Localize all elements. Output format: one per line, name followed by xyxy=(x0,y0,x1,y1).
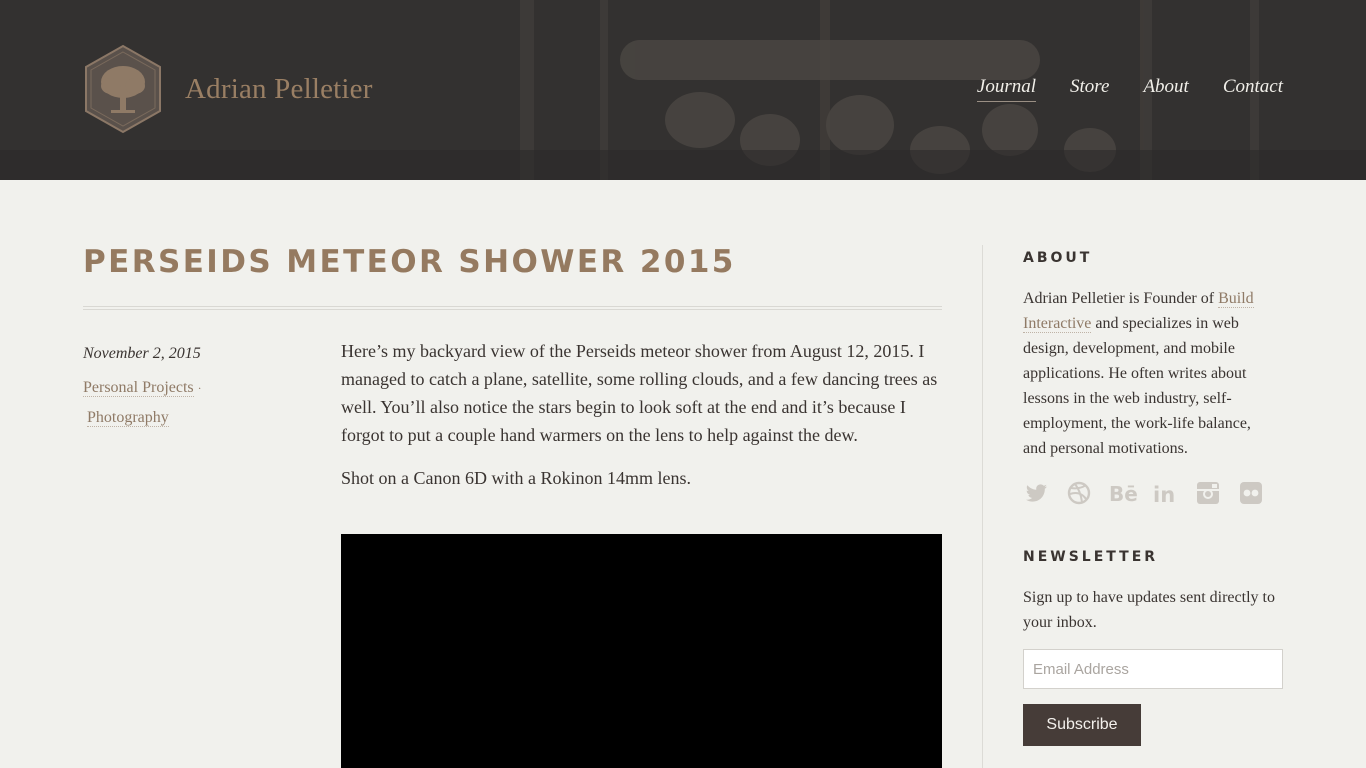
about-text-after: and specializes in web design, developme… xyxy=(1023,315,1251,457)
post-paragraph: Shot on a Canon 6D with a Rokinon 14mm l… xyxy=(341,468,691,488)
post-meta: November 2, 2015 Personal Projects · Phot… xyxy=(83,343,283,433)
site-title: Adrian Pelletier xyxy=(185,72,373,105)
post-paragraph: Here’s my backyard view of the Perseids … xyxy=(341,341,938,445)
svg-text:Bē: Bē xyxy=(1109,482,1138,506)
video-player[interactable] xyxy=(341,534,942,768)
category-photography[interactable]: Photography xyxy=(87,409,169,427)
newsletter-text: Sign up to have updates sent directly to… xyxy=(1023,589,1275,631)
category-personal-projects[interactable]: Personal Projects xyxy=(83,379,194,397)
about-text: Adrian Pelletier is Founder of Build Int… xyxy=(1023,286,1273,461)
newsletter-heading: NEWSLETTER xyxy=(1023,549,1159,565)
instagram-icon[interactable] xyxy=(1195,480,1221,506)
site-header: Adrian Pelletier Journal Store About Con… xyxy=(0,0,1366,180)
post-body: Here’s my backyard view of the Perseids … xyxy=(341,337,942,492)
nav-store[interactable]: Store xyxy=(1070,76,1109,102)
nav-contact[interactable]: Contact xyxy=(1223,76,1283,102)
tree-logo-icon xyxy=(85,44,161,134)
main-content: PERSEIDS METEOR SHOWER 2015 November 2, … xyxy=(0,180,1366,768)
post-date: November 2, 2015 xyxy=(83,345,201,362)
nav-about[interactable]: About xyxy=(1143,76,1188,102)
post-title: PERSEIDS METEOR SHOWER 2015 xyxy=(83,244,736,280)
title-divider xyxy=(83,306,942,310)
dribbble-icon[interactable] xyxy=(1066,480,1092,506)
site-logo-link[interactable]: Adrian Pelletier xyxy=(83,44,373,134)
nav-journal[interactable]: Journal xyxy=(976,76,1037,102)
about-text-before: Adrian Pelletier is Founder of xyxy=(1023,290,1219,307)
subscribe-button[interactable]: Subscribe xyxy=(1023,704,1141,746)
linkedin-icon[interactable]: in xyxy=(1152,480,1178,507)
sidebar-divider xyxy=(982,245,983,768)
behance-icon[interactable]: Bē xyxy=(1109,480,1138,506)
email-input[interactable] xyxy=(1023,649,1283,689)
category-separator: · xyxy=(197,381,202,395)
about-heading: ABOUT xyxy=(1023,250,1093,266)
twitter-icon[interactable] xyxy=(1023,480,1049,506)
main-nav: Journal Store About Contact xyxy=(976,76,1283,102)
flickr-icon[interactable] xyxy=(1238,480,1264,506)
social-links: Bē in xyxy=(1023,480,1264,507)
post-categories: Personal Projects · Photography xyxy=(83,373,283,433)
svg-text:in: in xyxy=(1153,483,1175,506)
